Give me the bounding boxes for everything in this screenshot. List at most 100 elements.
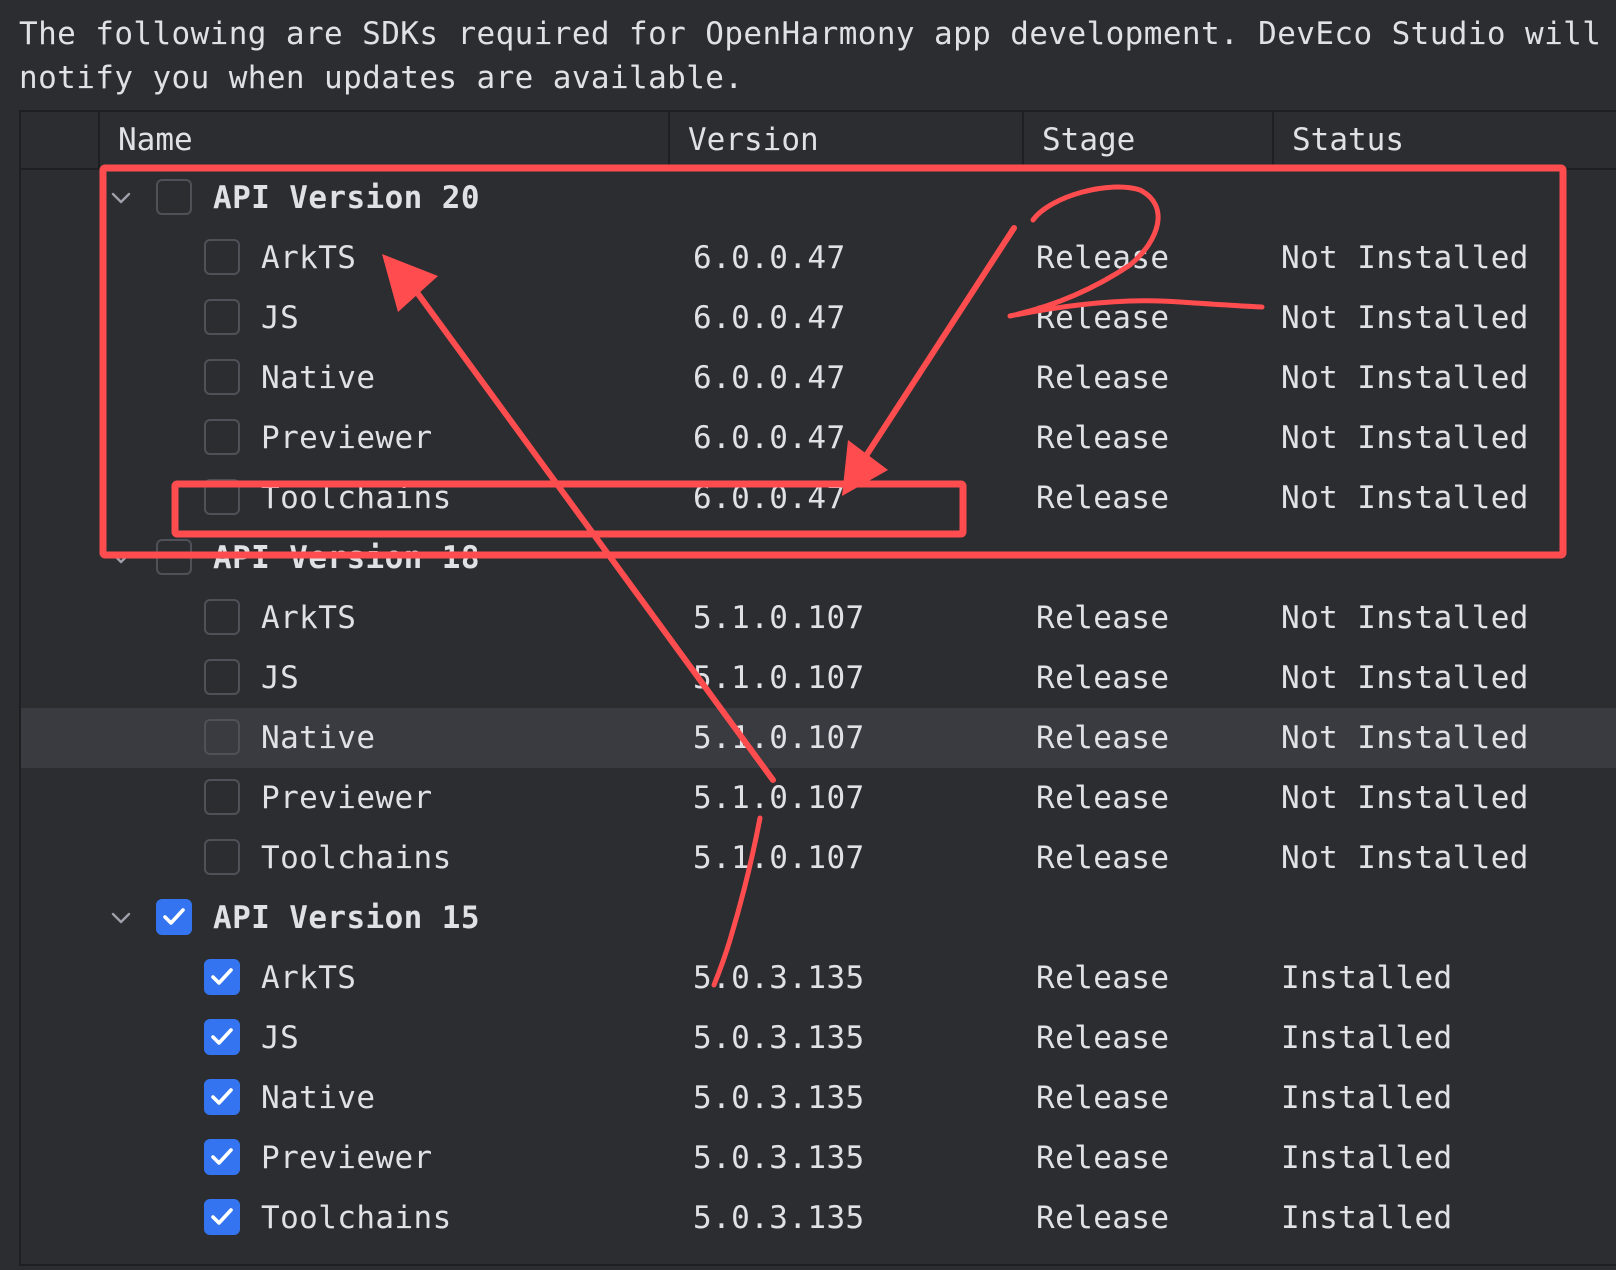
sdk-row[interactable]: ArkTS 5.1.0.107 Release Not Installed [21,588,1616,648]
sdk-version: 6.0.0.47 [693,300,846,336]
table-header: Name Version Stage Status [21,110,1616,170]
column-header-stage[interactable]: Stage [1022,112,1272,168]
sdk-stage: Release [1036,840,1170,876]
sdk-version: 5.1.0.107 [693,780,865,816]
sdk-name: Previewer [261,420,433,456]
sdk-row[interactable]: Toolchains 5.0.3.135 Release Installed [21,1188,1616,1248]
sdk-version: 5.0.3.135 [693,1140,865,1176]
sdk-stage: Release [1036,600,1170,636]
sdk-checkbox[interactable] [204,659,240,695]
sdk-status: Installed [1281,1140,1453,1176]
sdk-version: 5.0.3.135 [693,1200,865,1236]
sdk-status: Installed [1281,1200,1453,1236]
sdk-checkbox[interactable] [204,1079,240,1115]
sdk-checkbox[interactable] [204,359,240,395]
sdk-row[interactable]: Previewer 5.1.0.107 Release Not Installed [21,768,1616,828]
group-row[interactable]: API Version 18 [21,528,1616,588]
group-checkbox[interactable] [156,539,192,575]
sdk-status: Not Installed [1281,840,1529,876]
sdk-row[interactable]: JS 5.0.3.135 Release Installed [21,1008,1616,1068]
sdk-status: Not Installed [1281,420,1529,456]
sdk-name: Toolchains [261,840,452,876]
sdk-status: Installed [1281,1020,1453,1056]
sdk-stage: Release [1036,1020,1170,1056]
sdk-version: 6.0.0.47 [693,240,846,276]
sdk-row[interactable]: Native 5.0.3.135 Release Installed [21,1068,1616,1128]
sdk-row[interactable]: JS 6.0.0.47 Release Not Installed [21,288,1616,348]
sdk-status: Not Installed [1281,600,1529,636]
sdk-name: ArkTS [261,600,357,636]
sdk-checkbox[interactable] [204,479,240,515]
sdk-version: 5.1.0.107 [693,720,865,756]
sdk-status: Installed [1281,1080,1453,1116]
sdk-checkbox[interactable] [204,419,240,455]
sdk-table: Name Version Stage Status API Version 20… [19,110,1616,1266]
sdk-name: ArkTS [261,960,357,996]
intro-text: The following are SDKs required for Open… [19,16,1602,96]
group-row[interactable]: API Version 20 [21,168,1616,228]
column-header-name[interactable]: Name [98,112,668,168]
sdk-name: JS [261,660,300,696]
sdk-version: 5.1.0.107 [693,600,865,636]
sdk-row[interactable]: Native 5.1.0.107 Release Not Installed [21,708,1616,768]
chevron-down-icon[interactable] [107,184,135,212]
sdk-checkbox[interactable] [204,239,240,275]
sdk-name: JS [261,300,300,336]
sdk-checkbox[interactable] [204,839,240,875]
sdk-row[interactable]: Toolchains 5.1.0.107 Release Not Installed [21,828,1616,888]
sdk-checkbox[interactable] [204,779,240,815]
chevron-down-icon[interactable] [107,904,135,932]
column-header-version[interactable]: Version [668,112,1022,168]
sdk-stage: Release [1036,480,1170,516]
sdk-checkbox[interactable] [204,959,240,995]
sdk-status: Not Installed [1281,300,1529,336]
sdk-name: Previewer [261,1140,433,1176]
sdk-status: Installed [1281,960,1453,996]
sdk-checkbox[interactable] [204,299,240,335]
sdk-row[interactable]: Previewer 6.0.0.47 Release Not Installed [21,408,1616,468]
sdk-status: Not Installed [1281,660,1529,696]
sdk-version: 5.0.3.135 [693,960,865,996]
sdk-checkbox[interactable] [204,1019,240,1055]
sdk-name: Native [261,720,376,756]
sdk-stage: Release [1036,1080,1170,1116]
sdk-stage: Release [1036,1140,1170,1176]
sdk-name: JS [261,1020,300,1056]
chevron-down-icon[interactable] [107,544,135,572]
group-checkbox[interactable] [156,899,192,935]
sdk-status: Not Installed [1281,360,1529,396]
sdk-name: ArkTS [261,240,357,276]
sdk-row[interactable]: Previewer 5.0.3.135 Release Installed [21,1128,1616,1188]
group-label: API Version 18 [213,540,480,576]
sdk-checkbox[interactable] [204,599,240,635]
sdk-stage: Release [1036,780,1170,816]
group-checkbox[interactable] [156,179,192,215]
sdk-name: Native [261,1080,376,1116]
sdk-row[interactable]: ArkTS 5.0.3.135 Release Installed [21,948,1616,1008]
sdk-row[interactable]: JS 5.1.0.107 Release Not Installed [21,648,1616,708]
column-header-status[interactable]: Status [1272,112,1616,168]
sdk-version: 5.1.0.107 [693,660,865,696]
sdk-row[interactable]: Toolchains 6.0.0.47 Release Not Installed [21,468,1616,528]
sdk-stage: Release [1036,960,1170,996]
sdk-stage: Release [1036,240,1170,276]
sdk-stage: Release [1036,360,1170,396]
sdk-status: Not Installed [1281,780,1529,816]
sdk-name: Toolchains [261,480,452,516]
sdk-name: Toolchains [261,1200,452,1236]
sdk-stage: Release [1036,720,1170,756]
sdk-status: Not Installed [1281,240,1529,276]
sdk-checkbox[interactable] [204,1139,240,1175]
sdk-row[interactable]: ArkTS 6.0.0.47 Release Not Installed [21,228,1616,288]
sdk-version: 5.0.3.135 [693,1080,865,1116]
sdk-version: 5.0.3.135 [693,1020,865,1056]
sdk-row[interactable]: Native 6.0.0.47 Release Not Installed [21,348,1616,408]
group-label: API Version 15 [213,900,480,936]
sdk-stage: Release [1036,1200,1170,1236]
sdk-checkbox[interactable] [204,1199,240,1235]
sdk-stage: Release [1036,300,1170,336]
group-row[interactable]: API Version 15 [21,888,1616,948]
sdk-name: Previewer [261,780,433,816]
sdk-status: Not Installed [1281,480,1529,516]
sdk-checkbox[interactable] [204,719,240,755]
